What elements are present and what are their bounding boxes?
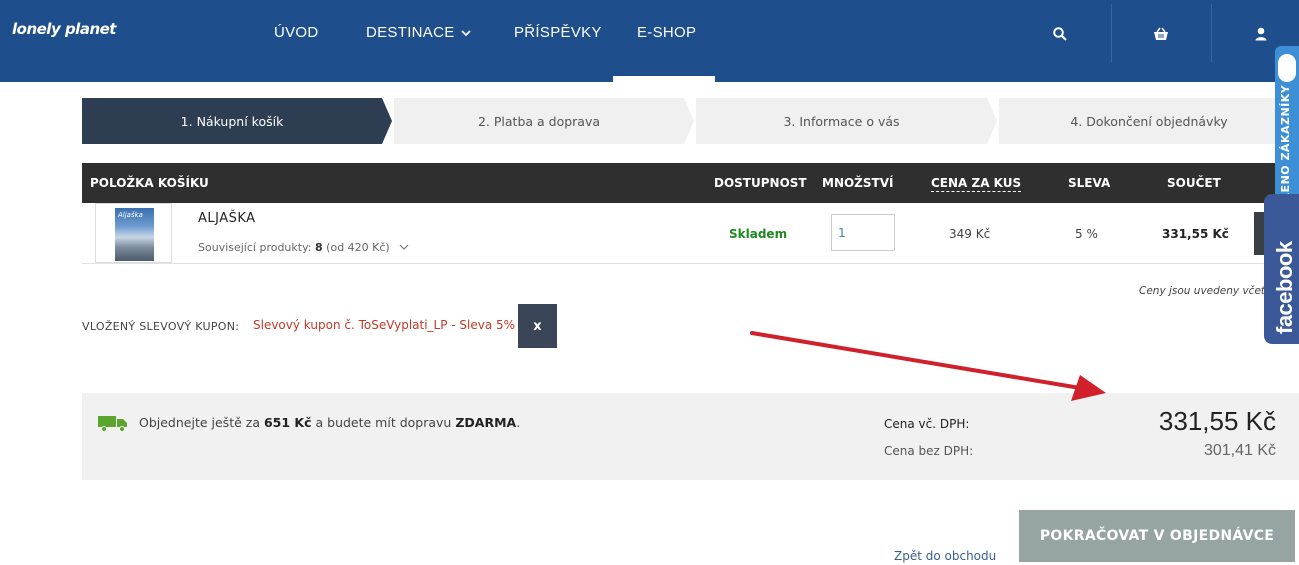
row-discount: 5 % xyxy=(1075,227,1098,241)
nav-active-indicator xyxy=(613,76,715,82)
facebook-tab[interactable]: facebook xyxy=(1264,194,1299,344)
th-total: SOUČET xyxy=(1167,176,1221,190)
th-quantity: MNOŽSTVÍ xyxy=(822,176,894,190)
unit-price: 349 Kč xyxy=(949,227,991,241)
product-thumbnail[interactable]: Aljaška xyxy=(95,203,172,263)
order-summary: Objednejte ještě za 651 Kč a budete mít … xyxy=(82,393,1299,480)
nav-destinace[interactable]: DESTINACE xyxy=(366,24,471,41)
related-prefix: Související produkty: xyxy=(198,241,312,254)
step-arrow xyxy=(987,98,997,144)
price-with-vat: 331,55 Kč xyxy=(1158,406,1276,436)
ship-free: ZDARMA xyxy=(455,415,517,430)
ship-suffix: . xyxy=(516,415,521,430)
related-suffix: (od 420 Kč) xyxy=(326,241,390,254)
coupon-value: Slevový kupon č. ToSeVyplati_LP - Sleva … xyxy=(253,318,516,332)
ship-prefix: Objednejte ještě za xyxy=(139,415,260,430)
price-without-vat-label: Cena bez DPH: xyxy=(884,444,974,458)
price-note: Ceny jsou uvedeny včetně xyxy=(1139,285,1279,297)
coupon-label: VLOŽENÝ SLEVOVÝ KUPON: xyxy=(82,320,240,333)
back-to-shop-link[interactable]: Zpět do obchodu xyxy=(894,549,996,563)
book-cover-title: Aljaška xyxy=(118,211,143,219)
step-cart[interactable]: 1. Nákupní košík xyxy=(82,98,382,144)
nav-prispevky[interactable]: PŘÍSPĚVKY xyxy=(514,24,602,41)
chevron-down-icon xyxy=(399,241,409,254)
step-arrow xyxy=(382,98,392,144)
th-unit-price[interactable]: CENA ZA KUS xyxy=(931,176,1022,192)
cart-table-header: POLOŽKA KOŠÍKU DOSTUPNOST MNOŽSTVÍ CENA … xyxy=(82,163,1299,203)
step-finish[interactable]: 4. Dokončení objednávky xyxy=(999,98,1299,144)
verified-badge-tab[interactable]: OVĚŘENO ZÁKAZNÍKY xyxy=(1275,46,1299,228)
ship-amount: 651 Kč xyxy=(263,415,312,430)
verified-seal-icon xyxy=(1278,54,1296,82)
free-shipping-message: Objednejte ještě za 651 Kč a budete mít … xyxy=(139,415,520,430)
price-with-vat-label: Cena vč. DPH: xyxy=(884,417,970,431)
row-total: 331,55 Kč xyxy=(1162,227,1229,241)
remove-coupon-button[interactable]: x xyxy=(518,304,557,348)
th-item: POLOŽKA KOŠÍKU xyxy=(90,176,209,190)
basket-icon[interactable] xyxy=(1151,24,1171,44)
header-divider xyxy=(1211,4,1212,62)
th-discount: SLEVA xyxy=(1068,176,1111,190)
table-row: Aljaška ALJAŠKA Související produkty: 8 … xyxy=(82,203,1299,264)
logo[interactable]: lonely planet xyxy=(12,20,116,38)
facebook-label: facebook xyxy=(1272,241,1297,334)
related-products-toggle[interactable]: Související produkty: 8 (od 420 Kč) xyxy=(198,241,409,254)
nav-eshop[interactable]: E-SHOP xyxy=(637,24,696,41)
nav-destinace-label: DESTINACE xyxy=(366,24,455,41)
step-payment[interactable]: 2. Platba a doprava xyxy=(394,98,684,144)
nav-uvod[interactable]: ÚVOD xyxy=(274,24,319,41)
search-icon[interactable] xyxy=(1050,24,1070,44)
availability-status: Skladem xyxy=(729,227,788,241)
site-header: lonely planet ÚVOD DESTINACE PŘÍSPĚVKY E… xyxy=(0,0,1299,82)
chevron-down-icon xyxy=(460,28,471,40)
related-count: 8 xyxy=(315,241,323,254)
user-icon[interactable] xyxy=(1251,24,1271,44)
step-arrow xyxy=(684,98,694,144)
step-info[interactable]: 3. Informace o vás xyxy=(696,98,987,144)
product-name[interactable]: ALJAŠKA xyxy=(198,211,256,226)
quantity-input[interactable]: 1 xyxy=(831,214,895,251)
price-without-vat: 301,41 Kč xyxy=(1203,442,1276,459)
continue-order-button[interactable]: POKRAČOVAT V OBJEDNÁVCE xyxy=(1019,510,1295,562)
th-availability: DOSTUPNOST xyxy=(714,176,807,190)
truck-icon xyxy=(98,414,128,436)
ship-middle: a budete mít dopravu xyxy=(315,415,452,430)
header-divider xyxy=(1111,4,1112,62)
annotation-arrow xyxy=(750,331,1106,401)
